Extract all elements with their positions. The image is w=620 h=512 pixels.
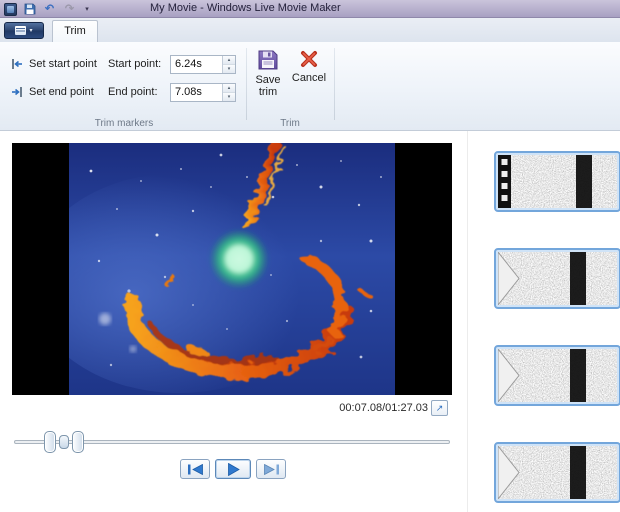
storyboard-thumbnail-2[interactable] (494, 248, 620, 309)
group-divider (246, 48, 247, 120)
application-icon[interactable] (4, 2, 17, 16)
video-frame (69, 143, 395, 395)
storyboard-thumbnail-4[interactable] (494, 442, 620, 503)
movie-maker-window: ↶ ↷ ▾ My Movie - Windows Live Movie Make… (0, 0, 620, 512)
set-end-point-button[interactable]: Set end point (10, 83, 94, 101)
group-trim: Save trim Cancel Trim (248, 42, 332, 131)
play-button[interactable] (215, 459, 251, 479)
undo-icon[interactable]: ↶ (42, 2, 57, 17)
next-frame-icon (263, 463, 279, 475)
previous-frame-icon (187, 463, 203, 475)
trim-start-handle[interactable] (44, 431, 56, 453)
save-trim-icon (258, 50, 278, 70)
set-end-point-icon (12, 87, 22, 97)
floppy-disk-icon (24, 3, 35, 15)
popout-button[interactable]: ↗ (431, 400, 448, 416)
start-point-label: Start point: (108, 58, 162, 70)
start-point-decrement-button[interactable]: ▾ (223, 65, 235, 73)
window-title: My Movie - Windows Live Movie Maker (150, 2, 341, 14)
play-icon (227, 462, 240, 476)
storyboard-panel (494, 130, 620, 512)
panel-divider (467, 131, 468, 512)
end-point-spinner: ▴ ▾ (222, 84, 235, 101)
film-strip-icon (498, 155, 511, 208)
ribbon-tab-row: ▾ Trim (0, 18, 620, 42)
quick-access-toolbar: ↶ ↷ ▾ (4, 1, 92, 17)
next-frame-button[interactable] (256, 459, 286, 479)
storyboard-thumbnail-1[interactable] (494, 151, 620, 212)
ribbon: Set start point Set end point Start poin… (0, 42, 620, 131)
end-point-decrement-button[interactable]: ▾ (223, 93, 235, 101)
group-label-trim-markers: Trim markers (94, 118, 154, 129)
group-divider (334, 48, 335, 120)
menu-icon (15, 26, 27, 35)
previous-frame-button[interactable] (180, 459, 210, 479)
trim-end-handle[interactable] (72, 431, 84, 453)
save-trim-label: Save trim (255, 74, 281, 98)
end-point-input[interactable]: 7.08s ▴ ▾ (170, 83, 236, 102)
end-point-label: End point: (108, 86, 158, 98)
tab-trim[interactable]: Trim (52, 20, 98, 42)
storyboard-thumbnail-3[interactable] (494, 345, 620, 406)
group-trim-markers: Set start point Set end point Start poin… (4, 42, 244, 131)
time-display: 00:07.08/01:27.03 (339, 402, 428, 414)
titlebar: ↶ ↷ ▾ My Movie - Windows Live Movie Make… (0, 0, 620, 18)
clip-thumbnail-image (498, 446, 617, 499)
group-label-trim: Trim (280, 118, 300, 129)
seek-bar[interactable] (14, 429, 450, 455)
set-start-point-icon (12, 59, 22, 69)
start-point-spinner: ▴ ▾ (222, 56, 235, 73)
popout-icon: ↗ (435, 402, 444, 413)
redo-icon[interactable]: ↷ (62, 2, 77, 17)
end-point-value: 7.08s (175, 86, 202, 98)
cancel-icon (301, 51, 317, 67)
start-point-input[interactable]: 6.24s ▴ ▾ (170, 55, 236, 74)
save-trim-button[interactable]: Save trim (249, 49, 287, 115)
set-end-point-label: Set end point (29, 86, 94, 98)
clip-thumbnail-image (498, 155, 617, 208)
start-point-increment-button[interactable]: ▴ (223, 56, 235, 65)
start-point-value: 6.24s (175, 58, 202, 70)
save-icon[interactable] (22, 2, 37, 17)
transport-controls (180, 459, 286, 479)
video-preview (12, 143, 452, 395)
qat-dropdown-icon[interactable]: ▾ (82, 5, 92, 13)
chevron-down-icon: ▾ (29, 28, 33, 34)
set-start-point-button[interactable]: Set start point (10, 55, 97, 73)
cancel-button[interactable]: Cancel (290, 49, 328, 115)
application-menu-button[interactable]: ▾ (4, 22, 44, 39)
cancel-label: Cancel (291, 72, 327, 84)
clip-thumbnail-image (498, 349, 617, 402)
end-point-increment-button[interactable]: ▴ (223, 84, 235, 93)
clip-thumbnail-image (498, 252, 617, 305)
playhead[interactable] (59, 435, 69, 449)
set-start-point-label: Set start point (29, 58, 97, 70)
